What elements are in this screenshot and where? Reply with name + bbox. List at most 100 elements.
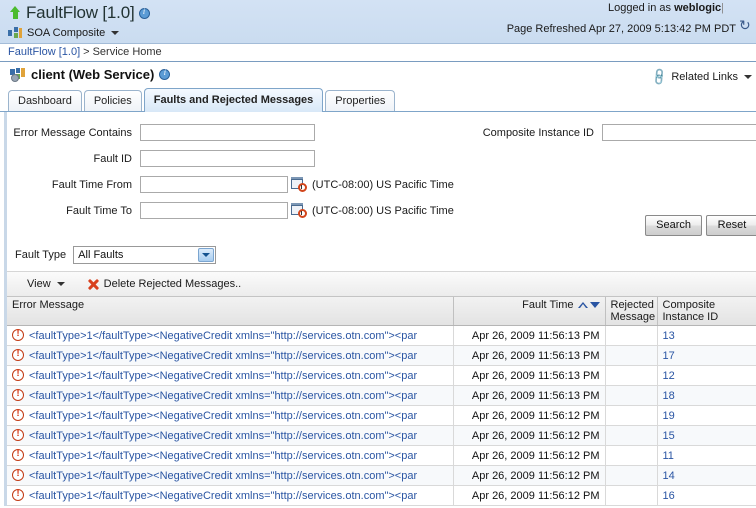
breadcrumb-root-link[interactable]: FaultFlow [1.0]: [8, 46, 80, 58]
logged-in-separator: |: [721, 2, 724, 14]
composite-instance-id-link[interactable]: 16: [663, 490, 675, 502]
refresh-icon[interactable]: [739, 17, 751, 34]
delete-rejected-messages-label: Delete Rejected Messages..: [103, 278, 242, 290]
table-row[interactable]: <faultType>1</faultType><NegativeCredit …: [7, 485, 756, 506]
info-icon[interactable]: [138, 7, 150, 19]
composite-instance-id-link[interactable]: 13: [663, 330, 675, 342]
table-row[interactable]: <faultType>1</faultType><NegativeCredit …: [7, 385, 756, 406]
top-banner: FaultFlow [1.0] SOA Composite Logged in …: [0, 0, 756, 44]
table-row[interactable]: <faultType>1</faultType><NegativeCredit …: [7, 425, 756, 446]
table-row[interactable]: <faultType>1</faultType><NegativeCredit …: [7, 465, 756, 486]
page-header-title-group: client (Web Service): [10, 67, 756, 82]
field-row-composite-instance-id: Composite Instance ID: [437, 122, 756, 143]
tab-faults-and-rejected-messages[interactable]: Faults and Rejected Messages: [143, 88, 324, 112]
cell-fault-time: Apr 26, 2009 11:56:12 PM: [453, 485, 606, 506]
composite-instance-id-link[interactable]: 12: [663, 370, 675, 382]
column-header-error-message[interactable]: Error Message: [7, 297, 454, 326]
fault-type-select[interactable]: All Faults: [73, 246, 217, 264]
breadcrumb-separator: >: [83, 46, 90, 58]
error-message-link[interactable]: <faultType>1</faultType><NegativeCredit …: [29, 410, 417, 422]
column-header-fault-time[interactable]: Fault Time: [453, 297, 606, 326]
table-row[interactable]: <faultType>1</faultType><NegativeCredit …: [7, 325, 756, 346]
page-title: FaultFlow [1.0]: [26, 3, 135, 22]
composite-instance-id-label: Composite Instance ID: [482, 126, 594, 139]
composite-instance-id-link[interactable]: 18: [663, 390, 675, 402]
cell-rejected-message: [605, 365, 658, 386]
tab-dashboard[interactable]: Dashboard: [8, 90, 82, 112]
composite-menu-label: SOA Composite: [27, 27, 106, 39]
error-icon: [12, 328, 24, 341]
cell-rejected-message: [605, 465, 658, 486]
application-page: FaultFlow [1.0] SOA Composite Logged in …: [0, 0, 756, 508]
table-row[interactable]: <faultType>1</faultType><NegativeCredit …: [7, 405, 756, 426]
composite-instance-id-link[interactable]: 19: [663, 410, 675, 422]
fault-time-to-label: Fault Time To: [66, 204, 132, 217]
error-message-link[interactable]: <faultType>1</faultType><NegativeCredit …: [29, 490, 417, 502]
composite-instance-id-link[interactable]: 11: [663, 450, 674, 462]
chevron-down-icon: [744, 75, 752, 79]
cell-composite-instance-id: 19: [657, 405, 756, 426]
related-links-menu[interactable]: 🔗 Related Links: [649, 66, 752, 88]
composite-instance-id-link[interactable]: 14: [663, 470, 675, 482]
related-links-label: Related Links: [671, 71, 738, 83]
composite-instance-id-input[interactable]: [602, 124, 756, 141]
view-menu-label: View: [27, 278, 51, 290]
fault-type-row: Fault Type All Faults: [7, 246, 217, 264]
red-x-icon: [87, 278, 100, 291]
error-icon: [12, 448, 24, 461]
error-message-link[interactable]: <faultType>1</faultType><NegativeCredit …: [29, 370, 417, 382]
tab-policies[interactable]: Policies: [83, 90, 142, 112]
cell-error-message: <faultType>1</faultType><NegativeCredit …: [7, 485, 454, 506]
error-message-contains-label: Error Message Contains: [13, 126, 132, 139]
reset-button[interactable]: Reset: [706, 215, 756, 236]
cell-error-message: <faultType>1</faultType><NegativeCredit …: [7, 385, 454, 406]
composite-instance-id-link[interactable]: 15: [663, 430, 675, 442]
composite-menu[interactable]: SOA Composite: [8, 25, 150, 41]
error-message-link[interactable]: <faultType>1</faultType><NegativeCredit …: [29, 390, 417, 402]
sort-ascending-icon[interactable]: [577, 302, 588, 308]
logged-in-username[interactable]: weblogic: [674, 2, 721, 14]
soa-composite-icon: [8, 27, 23, 39]
calendar-clock-icon[interactable]: [291, 202, 307, 219]
cell-composite-instance-id: 18: [657, 385, 756, 406]
chevron-down-icon: [198, 248, 215, 262]
search-button[interactable]: Search: [645, 215, 702, 236]
fault-time-from-input[interactable]: [140, 176, 288, 193]
error-icon: [12, 468, 24, 481]
fault-time-to-input[interactable]: [140, 202, 288, 219]
error-message-link[interactable]: <faultType>1</faultType><NegativeCredit …: [29, 430, 417, 442]
cell-rejected-message: [605, 345, 658, 366]
info-icon[interactable]: [159, 68, 171, 80]
calendar-clock-icon[interactable]: [291, 176, 307, 193]
table-row[interactable]: <faultType>1</faultType><NegativeCredit …: [7, 365, 756, 386]
error-message-link[interactable]: <faultType>1</faultType><NegativeCredit …: [29, 350, 417, 362]
delete-rejected-messages-button[interactable]: Delete Rejected Messages..: [87, 278, 242, 291]
banner-left-group: FaultFlow [1.0] SOA Composite: [8, 2, 150, 41]
cell-composite-instance-id: 11: [657, 445, 756, 466]
error-message-contains-input[interactable]: [140, 124, 315, 141]
cell-error-message: <faultType>1</faultType><NegativeCredit …: [7, 465, 454, 486]
column-header-composite-instance-id[interactable]: Composite Instance ID: [657, 297, 756, 326]
error-message-link[interactable]: <faultType>1</faultType><NegativeCredit …: [29, 470, 417, 482]
table-body: <faultType>1</faultType><NegativeCredit …: [7, 325, 756, 506]
sort-descending-icon[interactable]: [589, 302, 600, 308]
column-header-rejected-message[interactable]: Rejected Message: [605, 297, 658, 326]
error-message-link[interactable]: <faultType>1</faultType><NegativeCredit …: [29, 450, 417, 462]
sort-arrows: [577, 299, 600, 311]
view-menu[interactable]: View: [27, 278, 65, 290]
table-toolbar: View Delete Rejected Messages..: [7, 271, 756, 297]
cell-error-message: <faultType>1</faultType><NegativeCredit …: [7, 345, 454, 366]
link-icon: 🔗: [649, 66, 671, 88]
cell-fault-time: Apr 26, 2009 11:56:12 PM: [453, 445, 606, 466]
chevron-down-icon: [111, 31, 120, 35]
column-header-fault-time-label: Fault Time: [522, 299, 574, 311]
fault-id-input[interactable]: [140, 150, 315, 167]
error-message-link[interactable]: <faultType>1</faultType><NegativeCredit …: [29, 330, 417, 342]
composite-instance-id-link[interactable]: 17: [663, 350, 675, 362]
tab-properties[interactable]: Properties: [325, 90, 396, 112]
table-row[interactable]: <faultType>1</faultType><NegativeCredit …: [7, 445, 756, 466]
cell-error-message: <faultType>1</faultType><NegativeCredit …: [7, 445, 454, 466]
table-row[interactable]: <faultType>1</faultType><NegativeCredit …: [7, 345, 756, 366]
cell-composite-instance-id: 15: [657, 425, 756, 446]
page-refreshed-status: Page Refreshed Apr 27, 2009 5:13:42 PM P…: [507, 17, 751, 35]
